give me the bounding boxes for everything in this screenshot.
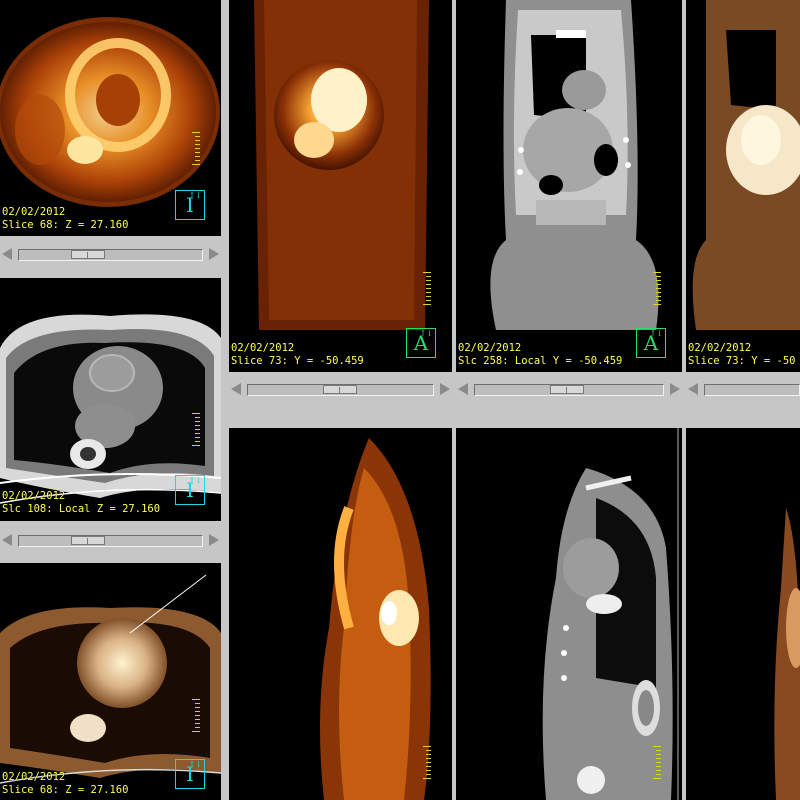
viewport-ct-axial[interactable]: I ↑↓ 02/02/2012 Slc 108: Local Z = 27.160	[0, 278, 221, 521]
scale-ruler	[653, 746, 661, 786]
scroll-thumb[interactable]	[550, 385, 584, 394]
orientation-marker[interactable]: I ↑↓	[175, 190, 205, 220]
column-gutter	[682, 0, 686, 800]
viewport-pet-axial[interactable]: I ↑↓ 02/02/2012 Slice 68: Z = 27.160	[0, 0, 221, 236]
viewport-ct-coronal[interactable]: A ↑↓ 02/02/2012 Slc 258: Local Y = -50.45…	[456, 0, 682, 372]
orientation-marker[interactable]: A ↑↓	[636, 328, 666, 358]
viewport-fused-sagittal[interactable]	[686, 428, 800, 800]
viewport-label: 02/02/2012 Slc 108: Local Z = 27.160	[2, 490, 161, 515]
orientation-marker[interactable]: I ↑↓	[175, 759, 205, 789]
scale-ruler	[192, 413, 200, 453]
scroll-track[interactable]	[247, 384, 434, 396]
scale-ruler	[192, 132, 200, 172]
viewport-label: 02/02/2012 Slice 68: Z = 27.160	[2, 206, 129, 231]
viewport-label: 02/02/2012 Slice 73: Y = -50.459	[231, 342, 364, 367]
slice-scrollbar[interactable]	[229, 380, 452, 398]
scroll-right-arrow-icon[interactable]	[209, 534, 219, 546]
slice-scrollbar[interactable]	[0, 245, 221, 263]
scroll-thumb[interactable]	[71, 536, 105, 545]
slice-scrollbar[interactable]	[456, 380, 682, 398]
viewport-ct-sagittal[interactable]	[456, 428, 682, 800]
scroll-left-arrow-icon[interactable]	[2, 534, 12, 546]
scroll-thumb[interactable]	[71, 250, 105, 259]
scale-ruler	[423, 272, 431, 312]
viewport-pet-coronal[interactable]: A ↑↓ 02/02/2012 Slice 73: Y = -50.459	[229, 0, 452, 372]
slice-scrollbar[interactable]	[686, 380, 800, 398]
scroll-left-arrow-icon[interactable]	[231, 383, 241, 395]
scroll-right-arrow-icon[interactable]	[670, 383, 680, 395]
column-gutter	[221, 0, 229, 800]
scroll-thumb[interactable]	[323, 385, 357, 394]
viewport-fused-axial[interactable]: I ↑↓ 02/02/2012 Slice 68: Z = 27.160	[0, 563, 221, 800]
orientation-marker[interactable]: A ↑↓	[406, 328, 436, 358]
scroll-left-arrow-icon[interactable]	[2, 248, 12, 260]
ct-sagittal-image	[542, 468, 673, 800]
viewport-fused-coronal[interactable]: 02/02/2012 Slice 73: Y = -50	[686, 0, 800, 372]
scale-ruler	[653, 272, 661, 312]
column-gutter	[452, 0, 456, 800]
scroll-left-arrow-icon[interactable]	[458, 383, 468, 395]
viewport-label: 02/02/2012 Slice 68: Z = 27.160	[2, 771, 129, 796]
pet-sagittal-image	[320, 438, 431, 800]
scroll-right-arrow-icon[interactable]	[209, 248, 219, 260]
fused-coronal-image	[692, 0, 800, 330]
slice-scrollbar[interactable]	[0, 531, 221, 549]
viewport-divider	[677, 428, 679, 800]
scroll-track[interactable]	[18, 535, 203, 547]
viewport-label: 02/02/2012 Slice 73: Y = -50	[688, 342, 796, 367]
orientation-marker[interactable]: I ↑↓	[175, 475, 205, 505]
viewport-label: 02/02/2012 Slc 258: Local Y = -50.459	[458, 342, 623, 367]
scroll-track[interactable]	[18, 249, 203, 261]
scale-ruler	[423, 746, 431, 786]
scale-ruler	[192, 699, 200, 739]
scroll-left-arrow-icon[interactable]	[688, 383, 698, 395]
ct-coronal-image	[490, 0, 659, 330]
pet-coronal-image	[254, 0, 429, 330]
viewport-pet-sagittal[interactable]	[229, 428, 452, 800]
scroll-track[interactable]	[704, 384, 800, 396]
scroll-track[interactable]	[474, 384, 664, 396]
scroll-right-arrow-icon[interactable]	[440, 383, 450, 395]
fused-sagittal-image	[774, 508, 800, 800]
